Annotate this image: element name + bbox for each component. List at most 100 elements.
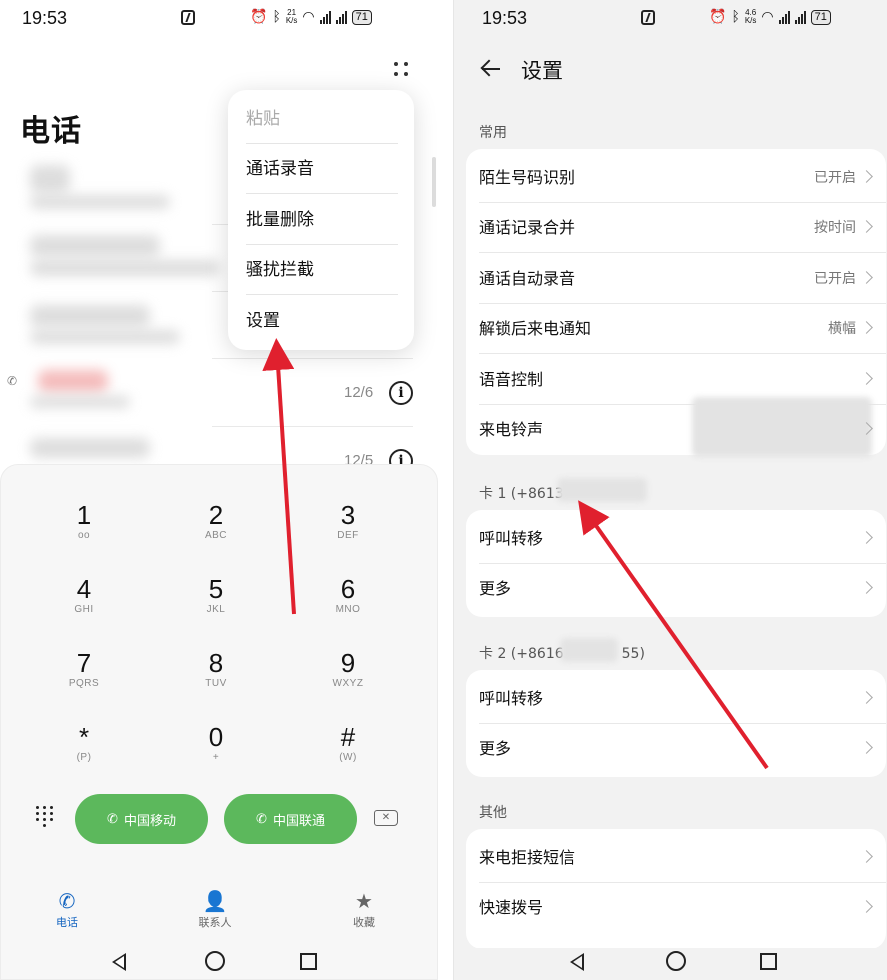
wifi-icon: ◠: [302, 9, 315, 25]
setting-unknown-number-id[interactable]: 陌生号码识别 已开启: [466, 153, 886, 203]
battery-icon: 71: [810, 9, 831, 25]
setting-unlock-call-notify[interactable]: 解锁后来电通知 横幅: [466, 304, 886, 354]
status-bar: 19:53 ⏰ ᛒ 21 K/s ◠ 71: [0, 0, 453, 36]
wifi-icon: ◠: [761, 9, 774, 25]
nfc-icon: [181, 10, 195, 25]
list-item: [30, 195, 170, 209]
nav-home-icon[interactable]: [666, 951, 688, 973]
battery-icon: 71: [351, 9, 372, 25]
chevron-right-icon: [860, 321, 873, 334]
backspace-icon[interactable]: ✕: [374, 810, 398, 826]
signal-icon: [319, 10, 331, 24]
tab-contacts[interactable]: 👤 联系人: [180, 888, 250, 930]
chevron-right-icon: [860, 271, 873, 284]
chevron-right-icon: [860, 220, 873, 233]
setting-auto-record[interactable]: 通话自动录音 已开启: [466, 254, 886, 304]
setting-call-log-merge[interactable]: 通话记录合并 按时间: [466, 203, 886, 253]
key-0[interactable]: 0 +: [156, 722, 276, 792]
signal-icon: [794, 10, 806, 24]
page-title: 电话: [20, 114, 82, 149]
setting-sim2-more[interactable]: 更多: [466, 724, 886, 774]
missed-call-icon: ✆: [7, 374, 18, 388]
chevron-right-icon: [860, 850, 873, 863]
key-hash[interactable]: # (W): [288, 722, 408, 792]
tab-favorites[interactable]: ★ 收藏: [329, 888, 399, 930]
page-title: 设置: [521, 59, 563, 83]
list-item: [30, 330, 180, 344]
nav-recents-icon[interactable]: [300, 951, 322, 973]
key-5[interactable]: 5 JKL: [156, 574, 276, 644]
nav-back-icon[interactable]: [570, 951, 592, 973]
menu-item-paste[interactable]: 粘贴: [246, 94, 398, 144]
status-icons: ⏰ ᛒ 4.6 K/s ◠ 71: [709, 9, 831, 25]
key-2[interactable]: 2 ABC: [156, 500, 276, 570]
signal-icon: [335, 10, 347, 24]
hd-phone-icon: ✆: [107, 811, 118, 827]
bluetooth-icon: ᛒ: [731, 9, 740, 25]
call-date: 12/6: [344, 384, 374, 401]
menu-item-settings[interactable]: 设置: [246, 296, 398, 346]
key-1[interactable]: 1 oo: [24, 500, 144, 570]
key-8[interactable]: 8 TUV: [156, 648, 276, 718]
setting-reject-sms[interactable]: 来电拒接短信: [466, 833, 886, 883]
alarm-icon: ⏰: [250, 9, 268, 25]
chevron-right-icon: [860, 691, 873, 704]
bluetooth-icon: ᛒ: [272, 9, 281, 25]
network-speed: 4.6 K/s: [744, 8, 757, 25]
contacts-icon: 👤: [202, 889, 228, 913]
key-3[interactable]: 3 DEF: [288, 500, 408, 570]
setting-speed-dial[interactable]: 快速拨号: [466, 883, 886, 933]
list-item[interactable]: [30, 165, 70, 193]
setting-sim1-more[interactable]: 更多: [466, 564, 886, 614]
call-button-sim1[interactable]: ✆ 中国移动: [75, 794, 208, 844]
list-item[interactable]: [38, 370, 108, 392]
scrollbar[interactable]: [432, 157, 436, 207]
key-9[interactable]: 9 WXYZ: [288, 648, 408, 718]
list-item[interactable]: [30, 438, 150, 458]
key-6[interactable]: 6 MNO: [288, 574, 408, 644]
voicemail-icon: oo: [77, 530, 91, 541]
chevron-right-icon: [860, 741, 873, 754]
status-time: 19:53: [22, 8, 68, 28]
list-item[interactable]: [30, 305, 150, 327]
settings-card-other: 来电拒接短信 快速拨号: [466, 829, 886, 949]
more-options-icon[interactable]: [392, 60, 410, 78]
redacted-value: [692, 397, 872, 457]
dialpad-toggle-icon[interactable]: [36, 806, 54, 828]
setting-sim1-call-forwarding[interactable]: 呼叫转移: [466, 514, 886, 564]
tab-phone[interactable]: ✆ 电话: [32, 888, 102, 930]
star-icon: ★: [355, 889, 373, 913]
setting-sim2-call-forwarding[interactable]: 呼叫转移: [466, 674, 886, 724]
menu-item-spam-block[interactable]: 骚扰拦截: [246, 245, 398, 295]
system-nav-bar: [454, 948, 887, 978]
key-7[interactable]: 7 PQRS: [24, 648, 144, 718]
chevron-right-icon: [860, 900, 873, 913]
call-button-sim2[interactable]: ✆ 中国联通: [224, 794, 357, 844]
setting-ringtone[interactable]: 来电铃声: [466, 397, 886, 457]
phone-dialer-screen: 19:53 ⏰ ᛒ 21 K/s ◠ 71 电话 ✆ 12/6 i 12/5 i…: [0, 0, 453, 980]
key-star[interactable]: * (P): [24, 722, 144, 792]
settings-card-common: 陌生号码识别 已开启 通话记录合并 按时间 通话自动录音 已开启 解锁后来电通知…: [466, 149, 886, 457]
back-arrow-icon[interactable]: [480, 58, 502, 80]
section-label-sim1: 卡 1 (+8613: [479, 486, 564, 502]
info-icon[interactable]: i: [389, 381, 413, 405]
hd-phone-icon: ✆: [256, 811, 267, 827]
chevron-right-icon: [860, 372, 873, 385]
network-speed: 21 K/s: [285, 8, 298, 25]
phone-icon: ✆: [58, 889, 76, 913]
list-item[interactable]: [30, 235, 160, 257]
nav-home-icon[interactable]: [205, 951, 227, 973]
chevron-right-icon: [860, 170, 873, 183]
nav-recents-icon[interactable]: [760, 951, 782, 973]
list-item: [30, 396, 130, 408]
alarm-icon: ⏰: [709, 9, 727, 25]
system-nav-bar: [0, 948, 453, 978]
key-4[interactable]: 4 GHI: [24, 574, 144, 644]
settings-card-sim2: 呼叫转移 更多: [466, 670, 886, 777]
status-icons: ⏰ ᛒ 21 K/s ◠ 71: [250, 9, 372, 25]
nav-back-icon[interactable]: [112, 951, 134, 973]
menu-item-batch-delete[interactable]: 批量删除: [246, 195, 398, 245]
overflow-menu: 粘贴 通话录音 批量删除 骚扰拦截 设置: [228, 90, 414, 350]
status-bar: 19:53 ⏰ ᛒ 4.6 K/s ◠ 71: [454, 0, 887, 36]
menu-item-call-recording[interactable]: 通话录音: [246, 144, 398, 194]
